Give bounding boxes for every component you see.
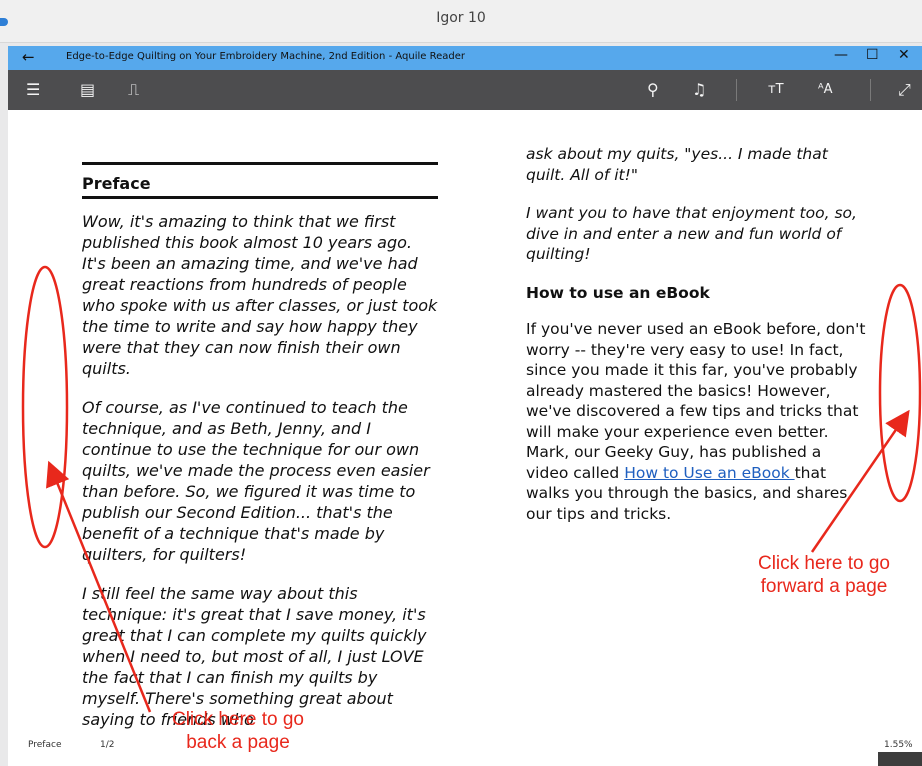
heading-rule-top xyxy=(82,162,438,165)
paragraph-text: If you've never used an eBook before, do… xyxy=(526,320,866,482)
section-heading: How to use an eBook xyxy=(526,283,710,302)
paragraph: Wow, it's amazing to think that we first… xyxy=(82,212,438,378)
right-page: ask about my quits, "yes... I made that … xyxy=(526,144,868,524)
app-title: Edge-to-Edge Quilting on Your Embroidery… xyxy=(66,51,465,62)
minimize-button[interactable]: — xyxy=(834,47,848,63)
status-page-number: 1/2 xyxy=(100,740,115,750)
left-page: Preface Wow, it's amazing to think that … xyxy=(82,162,438,748)
chapter-heading: Preface xyxy=(82,174,151,193)
toolbar-divider xyxy=(870,79,871,101)
toolbar-divider xyxy=(736,79,737,101)
status-progress: 1.55% xyxy=(884,740,913,750)
paragraph: ask about my quits, "yes... I made that … xyxy=(526,145,828,184)
taskbar-fragment xyxy=(878,752,922,766)
font-size-button[interactable]: тT xyxy=(768,80,784,100)
reading-pane[interactable]: Preface Wow, it's amazing to think that … xyxy=(8,110,922,766)
heading-rule-bottom xyxy=(82,196,438,199)
bookmark-icon[interactable]: ⎍ xyxy=(128,80,139,100)
maximize-button[interactable]: ☐ xyxy=(866,47,879,63)
outer-window-title: Igor 10 xyxy=(436,10,486,26)
reader-toolbar: ☰ ▤ ⎍ ⚲ ♫ тT ᴬA ⤢ xyxy=(8,70,922,110)
fullscreen-icon[interactable]: ⤢ xyxy=(898,80,911,100)
read-aloud-icon[interactable]: ♫ xyxy=(692,80,706,100)
back-arrow-icon[interactable]: ← xyxy=(22,48,35,66)
paragraph: If you've never used an eBook before, do… xyxy=(526,319,868,524)
annotation-text: forward a page xyxy=(760,576,888,597)
menu-icon[interactable]: ☰ xyxy=(26,80,40,100)
annotation-text: Click here to go xyxy=(171,709,304,730)
status-chapter: Preface xyxy=(28,740,62,750)
annotation-text: back a page xyxy=(186,732,290,753)
paragraph: I want you to have that enjoyment too, s… xyxy=(526,204,857,263)
search-icon[interactable]: ⚲ xyxy=(647,80,659,100)
outer-window-titlebar: Igor 10 xyxy=(0,0,922,43)
app-titlebar: ← Edge-to-Edge Quilting on Your Embroide… xyxy=(8,46,922,70)
table-of-contents-icon[interactable]: ▤ xyxy=(80,80,95,100)
ebook-video-link[interactable]: How to Use an eBook xyxy=(624,464,794,482)
annotation-text: Click here to go xyxy=(757,553,890,574)
text-style-button[interactable]: ᴬA xyxy=(818,80,833,100)
annotation-forward-page: Click here to go forward a page xyxy=(724,552,922,598)
paragraph: Of course, as I've continued to teach th… xyxy=(82,398,430,564)
close-button[interactable]: ✕ xyxy=(898,47,910,63)
annotation-back-page: Click here to go back a page xyxy=(138,708,338,754)
